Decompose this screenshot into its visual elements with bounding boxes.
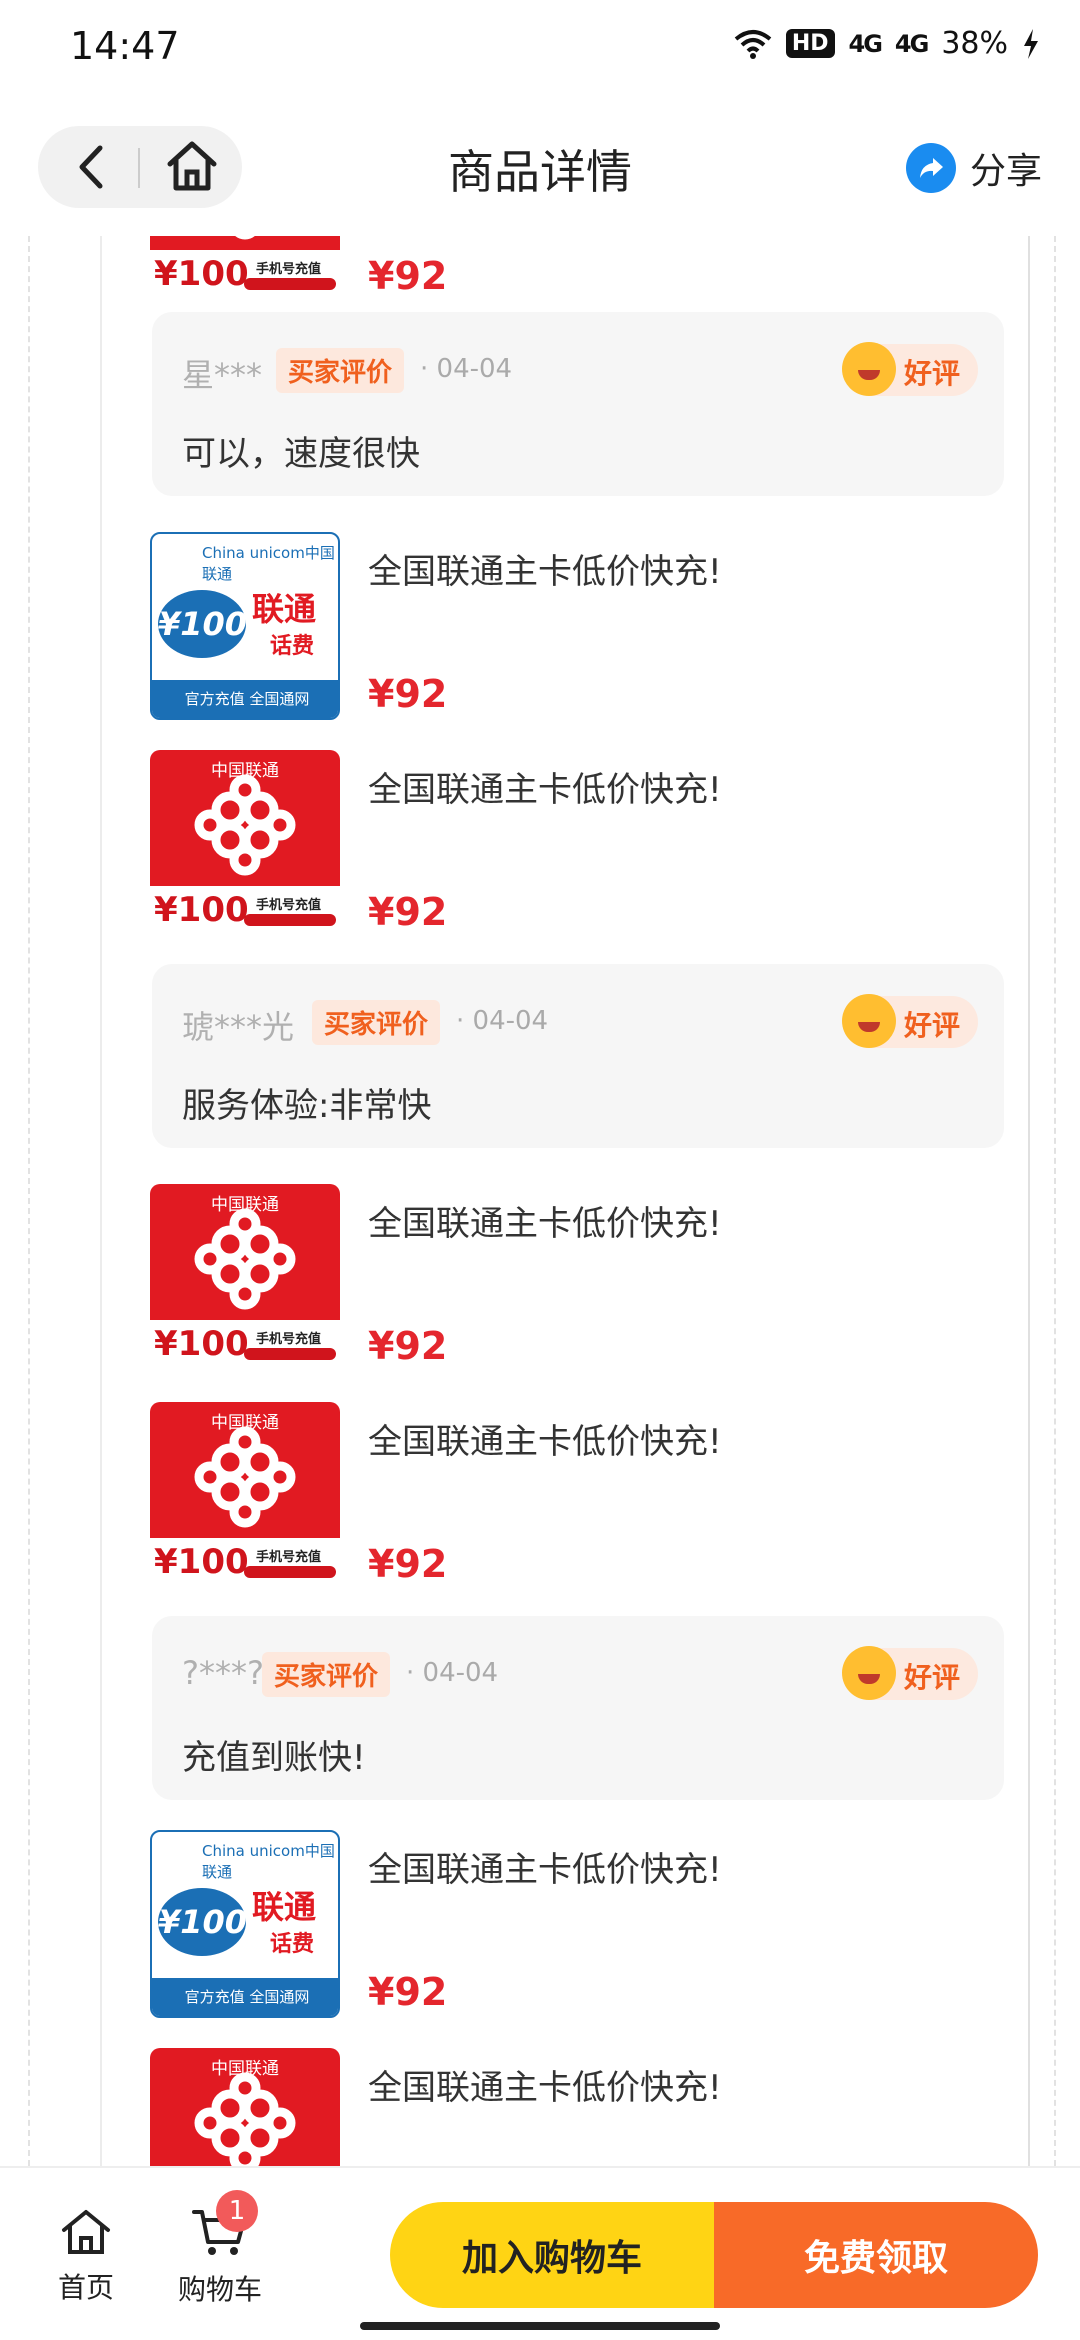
good-rating-badge: 好评 xyxy=(842,342,978,396)
share-label: 分享 xyxy=(969,151,1042,192)
product-thumbnail-blue: China unicom中国联通 ¥100 联通 话费 官方充值 全国通网 xyxy=(150,532,340,720)
content-border-right xyxy=(1028,236,1030,2166)
product-item[interactable]: 中国联通 ¥100手机号充值 全国联通主卡低价快充! ¥92 xyxy=(150,1402,1020,1592)
dashed-border-left xyxy=(28,236,30,2166)
unicom-knot-logo xyxy=(194,1208,296,1310)
review-card[interactable]: 琥***光 买家评价 · 04-04 好评 服务体验:非常快 xyxy=(152,964,1004,1148)
reviewer-name: ?***? xyxy=(182,1654,264,1692)
good-rating-badge: 好评 xyxy=(842,1646,978,1700)
home-tab-label: 首页 xyxy=(57,2271,114,2304)
battery-percent: 38% xyxy=(941,26,1008,61)
signal-4g-icon: 4G xyxy=(848,29,883,58)
smile-face-icon xyxy=(842,994,896,1048)
product-item[interactable]: China unicom中国联通 ¥100 联通 话费 官方充值 全国通网 全国… xyxy=(150,532,1020,722)
product-title: 全国联通主卡低价快充! xyxy=(368,2068,722,2108)
bottom-action-bar: 首页 1 购物车 加入购物车 免费领取 xyxy=(0,2166,1080,2340)
smile-face-icon xyxy=(842,1646,896,1700)
product-title: 全国联通主卡低价快充! xyxy=(368,1850,722,1890)
review-card[interactable]: 星*** 买家评价 · 04-04 好评 可以，速度很快 xyxy=(152,312,1004,496)
cart-tab-label: 购物车 xyxy=(177,2273,262,2306)
header: 商品详情 分享 xyxy=(0,110,1080,230)
product-thumbnail-red: 中国联通 ¥100手机号充值 xyxy=(150,1402,340,1590)
product-thumbnail-red: 中国联通 ¥100手机号充值 xyxy=(150,750,340,938)
smile-face-icon xyxy=(842,342,896,396)
add-to-cart-button[interactable]: 加入购物车 xyxy=(390,2202,714,2308)
review-date: · 04-04 xyxy=(420,354,513,384)
unicom-knot-logo xyxy=(235,236,255,240)
product-price: ¥92 xyxy=(368,1970,448,2014)
product-thumbnail-red: 中国联通 xyxy=(150,2048,340,2166)
unicom-knot-logo xyxy=(194,1426,296,1528)
product-item[interactable]: 中国联通 ¥100手机号充值 全国联通主卡低价快充! ¥92 xyxy=(150,1184,1020,1374)
reviewer-name: 星*** xyxy=(182,356,263,394)
product-price: ¥92 xyxy=(368,1542,448,1586)
buyer-review-tag: 买家评价 xyxy=(262,1652,391,1697)
free-claim-button[interactable]: 免费领取 xyxy=(714,2202,1038,2308)
buyer-review-tag: 买家评价 xyxy=(276,348,405,393)
product-thumbnail-blue: China unicom中国联通 ¥100 联通 话费 官方充值 全国通网 xyxy=(150,1830,340,2018)
review-text: 充值到账快! xyxy=(182,1738,366,1778)
product-title: 全国联通主卡低价快充! xyxy=(368,770,722,810)
review-date: · 04-04 xyxy=(456,1006,549,1036)
tab-cart[interactable]: 1 购物车 xyxy=(170,2190,270,2308)
review-text: 可以，速度很快 xyxy=(182,434,420,474)
share-icon xyxy=(905,143,956,193)
status-time: 14:47 xyxy=(70,24,180,68)
signal-4g-icon-2: 4G xyxy=(894,29,929,58)
wifi-icon xyxy=(734,29,772,59)
product-item[interactable]: 中国联通 全国联通主卡低价快充! xyxy=(150,2048,1020,2166)
product-title: 全国联通主卡低价快充! xyxy=(368,552,722,592)
unicom-knot-logo xyxy=(194,774,296,876)
buyer-review-tag: 买家评价 xyxy=(312,1000,441,1045)
home-tab-icon xyxy=(62,2210,110,2254)
product-price: ¥92 xyxy=(368,890,448,934)
status-bar: 14:47 HD 4G 4G 38% xyxy=(0,0,1080,96)
product-item[interactable]: 中国联通 ¥100手机号充值 全国联通主卡低价快充! ¥92 xyxy=(150,236,1020,304)
share-button[interactable]: 分享 xyxy=(905,142,1042,194)
product-thumbnail-red: 中国联通 ¥100手机号充值 xyxy=(150,1184,340,1372)
charging-icon xyxy=(1024,28,1038,59)
cart-badge: 1 xyxy=(216,2190,258,2232)
content-area[interactable]: 中国联通 ¥100手机号充值 全国联通主卡低价快充! ¥92 星*** 买家评价… xyxy=(0,236,1080,2166)
tab-home[interactable]: 首页 xyxy=(46,2208,126,2306)
product-price: ¥92 xyxy=(368,254,448,298)
hd-icon: HD xyxy=(785,29,835,58)
review-date: · 04-04 xyxy=(406,1658,499,1688)
product-title: 全国联通主卡低价快充! xyxy=(368,1204,722,1244)
dashed-border-right xyxy=(1054,236,1056,2166)
home-indicator xyxy=(360,2322,720,2330)
product-thumbnail-red: 中国联通 ¥100手机号充值 xyxy=(150,236,340,302)
unicom-knot-logo xyxy=(194,2072,296,2166)
product-price: ¥92 xyxy=(368,1324,448,1368)
content-border-left xyxy=(100,236,102,2166)
product-title: 全国联通主卡低价快充! xyxy=(368,1422,722,1462)
product-item[interactable]: China unicom中国联通 ¥100 联通 话费 官方充值 全国通网 全国… xyxy=(150,1830,1020,2020)
product-price: ¥92 xyxy=(368,672,448,716)
review-card[interactable]: ?***? 买家评价 · 04-04 好评 充值到账快! xyxy=(152,1616,1004,1800)
good-rating-badge: 好评 xyxy=(842,994,978,1048)
status-icons: HD 4G 4G 38% xyxy=(734,26,1040,61)
product-item[interactable]: 中国联通 ¥100手机号充值 全国联通主卡低价快充! ¥92 xyxy=(150,750,1020,940)
cta-group: 加入购物车 免费领取 xyxy=(390,2202,1038,2308)
review-text: 服务体验:非常快 xyxy=(182,1086,432,1126)
reviewer-name: 琥***光 xyxy=(182,1008,295,1046)
